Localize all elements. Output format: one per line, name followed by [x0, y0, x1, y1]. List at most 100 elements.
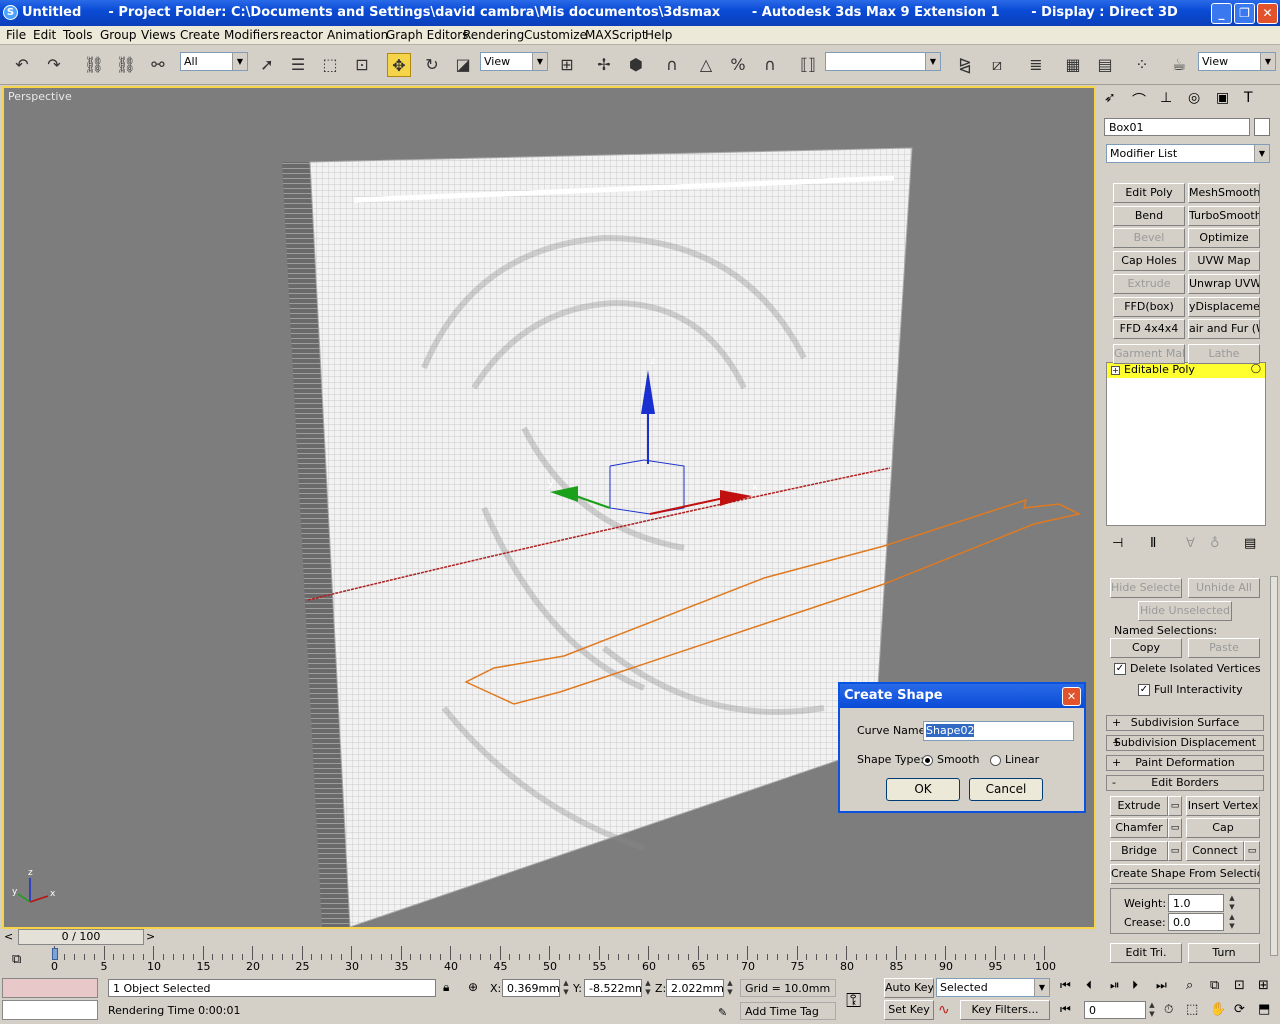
- linear-radio[interactable]: Linear: [990, 753, 1039, 766]
- chamfer-button[interactable]: Chamfer: [1110, 818, 1168, 838]
- app-icon[interactable]: S: [3, 5, 18, 20]
- light-bulb-icon[interactable]: ◯: [1251, 364, 1261, 374]
- zoom-all-icon[interactable]: ⧉: [1210, 978, 1219, 993]
- rollout-subdivision-surface[interactable]: + Subdivision Surface: [1106, 715, 1264, 731]
- object-color-swatch[interactable]: [1254, 118, 1270, 136]
- curve-editor-mini-icon[interactable]: ⧉: [12, 952, 21, 967]
- z-coordinate-field[interactable]: 2.022mm: [666, 979, 724, 997]
- menu-reactor[interactable]: reactor: [280, 28, 323, 42]
- align-icon[interactable]: ⧄: [985, 53, 1009, 77]
- select-and-rotate-icon[interactable]: ↻: [420, 53, 444, 77]
- current-frame-marker[interactable]: [52, 948, 58, 960]
- copy-button[interactable]: Copy: [1110, 638, 1182, 658]
- modifier-list-dropdown[interactable]: Modifier List ▼: [1106, 144, 1270, 163]
- layer-manager-icon[interactable]: ≣: [1024, 53, 1048, 77]
- set-key-button[interactable]: Set Key: [884, 1000, 934, 1020]
- connect-settings-icon[interactable]: ▭: [1244, 841, 1260, 861]
- orbit-icon[interactable]: ⟳: [1234, 1002, 1245, 1017]
- hide-unselected-button[interactable]: Hide Unselected: [1138, 601, 1232, 621]
- zoom-extents-all-icon[interactable]: ⊞: [1258, 978, 1269, 993]
- turn-button[interactable]: Turn: [1188, 943, 1260, 963]
- reference-coordinate-dropdown[interactable]: View ▼: [480, 52, 548, 71]
- crease-spinner[interactable]: ▲ ▼: [1227, 913, 1237, 931]
- time-next-icon[interactable]: >: [146, 930, 155, 943]
- dialog-close-button[interactable]: ✕: [1062, 687, 1081, 706]
- maxscript-listener-mini[interactable]: [2, 978, 98, 998]
- configure-modifier-sets-icon[interactable]: ▤: [1244, 536, 1256, 551]
- menu-views[interactable]: Views: [141, 28, 176, 42]
- redo-icon[interactable]: ↷: [42, 53, 66, 77]
- rollout-paint-deformation[interactable]: + Paint Deformation: [1106, 755, 1264, 771]
- selection-filter-dropdown[interactable]: All ▼: [180, 52, 248, 71]
- hide-selected-button[interactable]: Hide Selected: [1110, 578, 1182, 598]
- previous-frame-icon[interactable]: ⏴: [1086, 978, 1092, 993]
- z-spinner[interactable]: ▲ ▼: [725, 979, 735, 997]
- selection-lock-icon[interactable]: 🔒︎: [443, 980, 449, 995]
- time-prev-icon[interactable]: <: [4, 930, 13, 943]
- modifier-button[interactable]: MeshSmooth: [1188, 183, 1260, 203]
- edit-tri-button[interactable]: Edit Tri.: [1110, 943, 1182, 963]
- percent-snap-icon[interactable]: %: [726, 53, 750, 77]
- crease-field[interactable]: 0.0: [1168, 913, 1224, 931]
- full-interactivity-checkbox[interactable]: ✓ Full Interactivity: [1138, 683, 1243, 696]
- angle-snap-icon[interactable]: △: [694, 53, 718, 77]
- close-button[interactable]: ✕: [1257, 3, 1278, 24]
- chamfer-settings-icon[interactable]: ▭: [1168, 818, 1182, 838]
- track-bar[interactable]: ⧉ 0 5 10 15 20 25 30 35 40 45 50 55 60 65 70 75 80 85 90 95…: [0, 946, 1096, 974]
- menu-file[interactable]: File: [6, 28, 26, 42]
- keyboard-shortcut-toggle-icon[interactable]: ⬢: [624, 53, 648, 77]
- select-object-icon[interactable]: ➚: [255, 53, 279, 77]
- frame-spinner[interactable]: ▲ ▼: [1147, 1001, 1157, 1019]
- create-shape-from-selection-button[interactable]: Create Shape From Selection: [1110, 864, 1260, 884]
- delete-isolated-vertices-checkbox[interactable]: ✓ Delete Isolated Vertices: [1114, 662, 1261, 675]
- bridge-button[interactable]: Bridge: [1110, 841, 1168, 861]
- pan-icon[interactable]: ✋: [1210, 1002, 1226, 1017]
- modifier-button[interactable]: Optimize: [1188, 228, 1260, 248]
- menu-create[interactable]: Create: [180, 28, 220, 42]
- utilities-tab-icon[interactable]: T: [1244, 90, 1253, 106]
- smooth-radio[interactable]: Smooth: [922, 753, 979, 766]
- bridge-settings-icon[interactable]: ▭: [1168, 841, 1182, 861]
- ok-button[interactable]: OK: [886, 778, 960, 801]
- menu-maxscript[interactable]: MAXScript: [585, 28, 647, 42]
- named-selection-dropdown[interactable]: ▼: [825, 52, 941, 71]
- cap-button[interactable]: Cap: [1186, 818, 1260, 838]
- y-spinner[interactable]: ▲ ▼: [643, 979, 653, 997]
- select-and-scale-icon[interactable]: ◪: [451, 53, 475, 77]
- display-tab-icon[interactable]: ▣: [1216, 90, 1229, 106]
- curve-name-input[interactable]: Shape02: [923, 721, 1074, 741]
- modifier-button[interactable]: FFD 4x4x4: [1113, 319, 1185, 339]
- region-zoom-icon[interactable]: ⬚: [1186, 1002, 1198, 1017]
- mirror-icon[interactable]: ⧎: [953, 53, 977, 77]
- modifier-button[interactable]: Garment Make: [1113, 344, 1185, 364]
- y-coordinate-field[interactable]: -8.522mm: [584, 979, 642, 997]
- select-and-move-icon[interactable]: ✥: [387, 53, 411, 77]
- material-editor-icon[interactable]: ⁘: [1130, 53, 1154, 77]
- command-panel-scrollbar[interactable]: [1270, 576, 1278, 956]
- key-mode-toggle-icon[interactable]: ⏮: [1060, 1002, 1071, 1017]
- time-configuration-icon[interactable]: ⏱: [1164, 1002, 1173, 1017]
- absolute-mode-icon[interactable]: ⊕: [468, 980, 478, 994]
- modifier-button[interactable]: Bend: [1113, 206, 1185, 226]
- connect-button[interactable]: Connect: [1186, 841, 1244, 861]
- weight-spinner[interactable]: ▲ ▼: [1227, 894, 1237, 912]
- select-by-name-icon[interactable]: ☰: [286, 53, 310, 77]
- menu-modifiers[interactable]: Modifiers: [224, 28, 279, 42]
- create-tab-icon[interactable]: ➶: [1104, 90, 1116, 106]
- bind-space-warp-icon[interactable]: ⚯: [146, 53, 170, 77]
- show-end-result-icon[interactable]: Ⅱ: [1150, 536, 1156, 551]
- menu-rendering[interactable]: Rendering: [463, 28, 524, 42]
- weight-field[interactable]: 1.0: [1168, 894, 1224, 912]
- maximize-viewport-icon[interactable]: ⬒: [1258, 1002, 1270, 1017]
- modifier-button[interactable]: FFD(box): [1113, 297, 1185, 317]
- menu-animation[interactable]: Animation: [327, 28, 388, 42]
- key-mode-dropdown[interactable]: Selected ▼: [936, 978, 1050, 997]
- current-frame-field[interactable]: 0: [1084, 1001, 1146, 1019]
- render-scene-icon[interactable]: ☕: [1167, 53, 1191, 77]
- menu-tools[interactable]: Tools: [63, 28, 93, 42]
- x-spinner[interactable]: ▲ ▼: [561, 979, 571, 997]
- x-coordinate-field[interactable]: 0.369mm: [502, 979, 560, 997]
- stack-item-editable-poly[interactable]: + Editable Poly ◯: [1107, 363, 1265, 378]
- maximize-button[interactable]: ❐: [1234, 3, 1255, 24]
- undo-icon[interactable]: ↶: [10, 53, 34, 77]
